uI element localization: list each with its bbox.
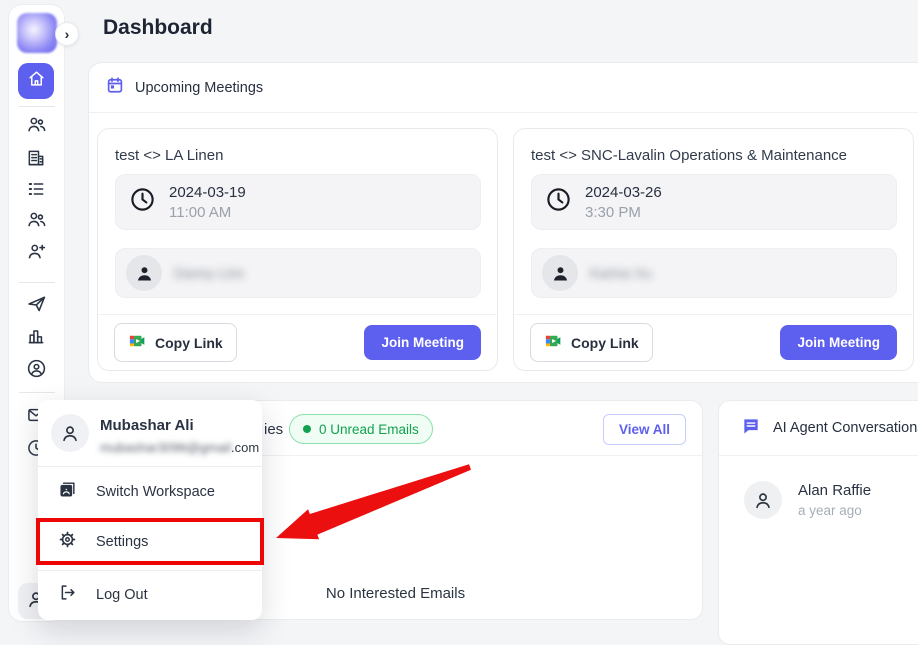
meeting-date: 2024-03-26 [585, 184, 662, 201]
sidebar-item-companies[interactable] [24, 148, 48, 172]
meeting-title: test <> LA Linen [115, 147, 223, 164]
status-dot-icon [303, 425, 311, 433]
sidebar-collapse-button[interactable]: › [55, 22, 79, 46]
users-icon [26, 209, 47, 235]
menu-item-settings[interactable]: Settings [38, 517, 262, 567]
sidebar-item-lists[interactable] [24, 179, 48, 203]
meeting-card: test <> LA Linen 2024-03-19 11:00 AM Dan… [97, 128, 498, 371]
user-menu-avatar [51, 414, 89, 452]
sidebar-divider [19, 106, 55, 107]
meeting-datetime: 2024-03-19 11:00 AM [115, 174, 481, 230]
meeting-date: 2024-03-19 [169, 184, 246, 201]
page-title: Dashboard [103, 16, 213, 40]
unread-emails-badge: 0 Unread Emails [289, 414, 433, 444]
sidebar-item-add-contact[interactable] [24, 242, 48, 266]
meeting-attendee: Karina Xu [531, 248, 897, 298]
list-icon [26, 179, 46, 204]
chat-icon [741, 416, 761, 441]
google-meet-icon [544, 332, 562, 353]
sidebar-item-leads[interactable] [24, 210, 48, 234]
menu-item-switch-workspace[interactable]: Switch Workspace [38, 467, 262, 517]
menu-item-log-out[interactable]: Log Out [38, 570, 262, 620]
user-circle-icon [26, 358, 47, 384]
sidebar-item-analytics[interactable] [24, 326, 48, 350]
attendee-name: Karina Xu [590, 265, 651, 281]
section-title: Upcoming Meetings [135, 80, 263, 96]
ai-agent-conversations-panel: AI Agent Conversations Alan Raffie a yea… [718, 400, 918, 645]
conversation-time: a year ago [798, 503, 871, 518]
clock-icon [545, 186, 572, 218]
sidebar-item-campaigns[interactable] [24, 294, 48, 318]
upcoming-meetings-header: Upcoming Meetings [89, 63, 918, 113]
emails-panel-title-fragment: ies [264, 421, 283, 438]
user-name: Mubashar Ali [100, 417, 194, 434]
send-icon [26, 293, 47, 319]
calendar-icon [106, 76, 124, 99]
sidebar-item-contacts[interactable] [24, 115, 48, 139]
building-icon [26, 148, 46, 173]
sidebar-divider [19, 282, 55, 283]
conversation-item[interactable]: Alan Raffie a year ago [744, 481, 871, 519]
conversation-avatar [744, 481, 782, 519]
person-add-icon [26, 241, 47, 267]
sidebar-item-account[interactable] [24, 359, 48, 383]
attendee-avatar [542, 255, 578, 291]
logout-icon [58, 583, 77, 607]
meeting-title: test <> SNC-Lavalin Operations & Mainten… [531, 147, 847, 164]
conversation-name: Alan Raffie [798, 482, 871, 499]
ai-panel-header: AI Agent Conversations [719, 401, 918, 456]
sidebar-divider [19, 392, 55, 393]
home-icon [27, 69, 46, 93]
copy-link-label: Copy Link [571, 335, 639, 351]
clock-icon [129, 186, 156, 218]
join-meeting-button[interactable]: Join Meeting [364, 325, 481, 360]
gear-icon [58, 530, 77, 554]
copy-link-button[interactable]: Copy Link [114, 323, 237, 362]
copy-link-label: Copy Link [155, 335, 223, 351]
meeting-time: 11:00 AM [169, 204, 246, 221]
copy-link-button[interactable]: Copy Link [530, 323, 653, 362]
meeting-time: 3:30 PM [585, 204, 662, 221]
meeting-card-footer: Copy Link Join Meeting [514, 314, 913, 370]
switch-workspace-icon [58, 480, 77, 504]
user-email-blurred: mubashar309tt@gmail [100, 440, 231, 455]
sidebar-item-home[interactable] [18, 63, 54, 99]
view-all-button[interactable]: View All [603, 414, 686, 445]
bar-chart-icon [26, 326, 46, 351]
user-email-suffix: .com [231, 440, 259, 455]
attendee-name: Danny Lins [174, 265, 244, 281]
meeting-card-footer: Copy Link Join Meeting [98, 314, 497, 370]
user-email: mubashar309tt@gmail.com [100, 440, 259, 455]
meeting-card: test <> SNC-Lavalin Operations & Mainten… [513, 128, 914, 371]
user-menu-popup: Mubashar Ali mubashar309tt@gmail.com Swi… [38, 400, 262, 620]
ai-panel-title: AI Agent Conversations [773, 420, 918, 436]
chevron-right-icon: › [65, 26, 70, 42]
meeting-datetime: 2024-03-26 3:30 PM [531, 174, 897, 230]
app-logo [17, 13, 57, 53]
attendee-avatar [126, 255, 162, 291]
users-icon [26, 114, 47, 140]
meeting-attendee: Danny Lins [115, 248, 481, 298]
google-meet-icon [128, 332, 146, 353]
upcoming-meetings-section: Upcoming Meetings test <> LA Linen 2024-… [88, 62, 918, 383]
join-meeting-button[interactable]: Join Meeting [780, 325, 897, 360]
